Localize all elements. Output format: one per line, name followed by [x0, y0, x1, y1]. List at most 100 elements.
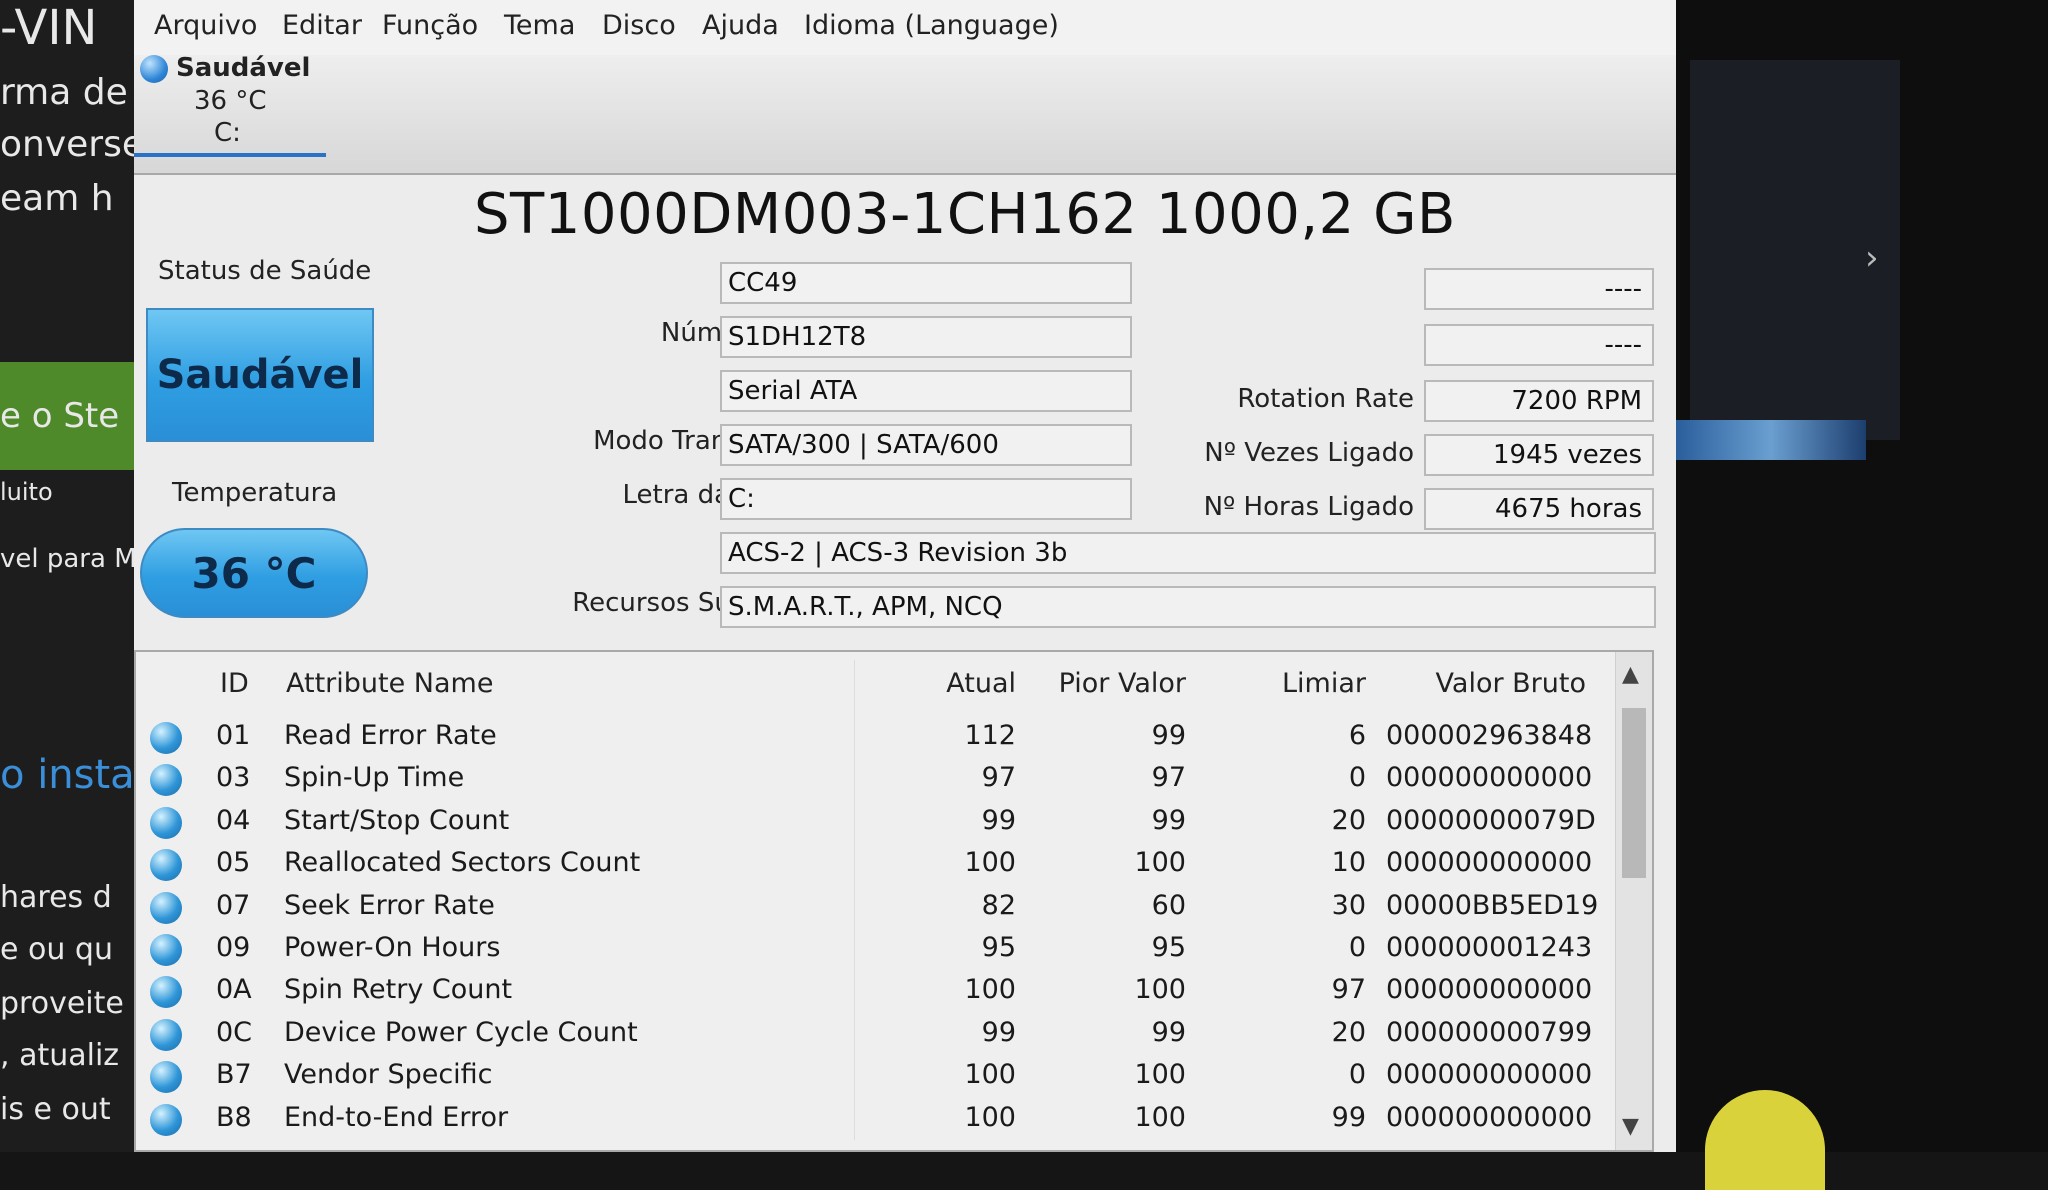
- chevron-right-icon: ›: [1865, 238, 1879, 278]
- attribute-worst: 100: [1134, 974, 1186, 1006]
- attribute-raw-value: 000000000000: [1386, 1101, 1593, 1133]
- scroll-thumb[interactable]: [1622, 708, 1646, 878]
- background-text-line: luito: [0, 478, 53, 506]
- disk-tab-bar: Saudável 36 °C C:: [134, 53, 1676, 175]
- status-dot-icon: [150, 722, 182, 754]
- smart-row[interactable]: 04 Start/Stop Count 99 99 20 00000000079D: [136, 803, 1616, 845]
- attribute-id: B7: [216, 1059, 252, 1091]
- menu-bar: Arquivo Editar Função Tema Disco Ajuda I…: [134, 0, 1676, 62]
- background-text-line: , atualiz: [0, 1038, 120, 1073]
- attribute-raw-value: 000000000000: [1386, 974, 1593, 1006]
- blank-field-2: ----: [1424, 324, 1654, 366]
- status-dot-icon: [150, 764, 182, 797]
- attribute-raw-value: 00000BB5ED19: [1386, 889, 1599, 921]
- background-text-line: hares d: [0, 880, 112, 915]
- smart-row[interactable]: 05 Reallocated Sectors Count 100 100 10 00000…: [136, 845, 1616, 887]
- menu-disco[interactable]: Disco: [602, 10, 676, 41]
- attribute-raw-value: 000000001243: [1386, 932, 1593, 963]
- attribute-worst: 60: [1151, 889, 1186, 921]
- smart-row[interactable]: B8 End-to-End Error 100 100 99 000000000000: [136, 1100, 1616, 1142]
- menu-funcao[interactable]: Função: [382, 10, 478, 41]
- background-text-line: onverse: [0, 124, 135, 165]
- attribute-name: Start/Stop Count: [284, 804, 510, 836]
- disk-tab-temperature: 36 °C: [194, 86, 267, 116]
- menu-arquivo[interactable]: Arquivo: [154, 10, 257, 41]
- blank-field-1: ----: [1424, 268, 1654, 310]
- header-threshold[interactable]: Limiar: [1236, 668, 1366, 699]
- attribute-threshold: 20: [1331, 1016, 1366, 1048]
- attribute-threshold: 30: [1331, 889, 1366, 921]
- attribute-raw-value: 000000000000: [1386, 762, 1593, 794]
- attribute-raw-value: 000000000799: [1386, 1016, 1593, 1048]
- header-current[interactable]: Atual: [836, 668, 1016, 699]
- menu-tema[interactable]: Tema: [504, 10, 575, 41]
- attribute-worst: 99: [1151, 720, 1186, 751]
- attribute-threshold: 6: [1348, 720, 1366, 751]
- background-text-line: o insta: [0, 752, 135, 798]
- background-image-strip: [1676, 420, 1866, 460]
- background-text-line: -VIN: [0, 0, 98, 56]
- attribute-id: 0C: [216, 1016, 253, 1048]
- attribute-threshold: 97: [1331, 974, 1366, 1006]
- scroll-down-icon[interactable]: ▼: [1622, 1114, 1639, 1139]
- attribute-id: 09: [216, 932, 251, 963]
- attribute-worst: 97: [1151, 762, 1186, 794]
- background-text-line: e o Ste: [0, 396, 120, 436]
- attribute-name: Power-On Hours: [284, 932, 501, 963]
- attribute-threshold: 20: [1331, 804, 1366, 836]
- attribute-id: 04: [216, 804, 251, 836]
- smart-attribute-table[interactable]: ID Attribute Name Atual Pior Valor Limia…: [134, 650, 1654, 1152]
- header-worst[interactable]: Pior Valor: [1036, 668, 1186, 699]
- table-scrollbar[interactable]: ▲ ▼: [1615, 652, 1652, 1150]
- header-id[interactable]: ID: [220, 668, 249, 699]
- attribute-current: 100: [964, 1101, 1016, 1133]
- standard-field: ACS-2 | ACS-3 Revision 3b: [720, 532, 1656, 574]
- background-text-line: eam h: [0, 178, 114, 219]
- transfer-mode-field: SATA/300 | SATA/600: [720, 424, 1132, 466]
- attribute-worst: 99: [1151, 804, 1186, 836]
- features-field: S.M.A.R.T., APM, NCQ: [720, 586, 1656, 628]
- status-dot-icon: [150, 806, 182, 839]
- attribute-current: 100: [964, 847, 1016, 879]
- attribute-threshold: 99: [1331, 1101, 1366, 1133]
- disk-tab-status: Saudável: [176, 53, 311, 83]
- temperature-badge[interactable]: 36 °C: [140, 528, 368, 618]
- disk-model-title: ST1000DM003-1CH162 1000,2 GB: [474, 182, 1456, 247]
- smart-row[interactable]: 03 Spin-Up Time 97 97 0 000000000000: [136, 760, 1616, 802]
- attribute-id: 01: [216, 720, 251, 751]
- smart-row[interactable]: 0C Device Power Cycle Count 99 99 20 00000000…: [136, 1015, 1616, 1057]
- menu-ajuda[interactable]: Ajuda: [702, 10, 779, 41]
- attribute-current: 100: [964, 974, 1016, 1006]
- attribute-raw-value: 000000000000: [1386, 1059, 1593, 1091]
- status-dot-icon: [150, 891, 182, 924]
- smart-row[interactable]: 01 Read Error Rate 112 99 6 000002963848: [136, 718, 1616, 760]
- smart-row[interactable]: 09 Power-On Hours 95 95 0 000000001243: [136, 930, 1616, 972]
- status-dot-icon: [150, 934, 182, 966]
- smart-row[interactable]: 0A Spin Retry Count 100 100 97 000000000000: [136, 972, 1616, 1014]
- attribute-name: Vendor Specific: [284, 1059, 493, 1091]
- health-status-badge[interactable]: Saudável: [146, 308, 374, 442]
- drive-letter-field: C:: [720, 478, 1132, 520]
- menu-editar[interactable]: Editar: [282, 10, 362, 41]
- attribute-name: Read Error Rate: [284, 720, 497, 751]
- menu-idioma[interactable]: Idioma (Language): [804, 10, 1059, 41]
- smart-row[interactable]: B7 Vendor Specific 100 100 0 000000000000: [136, 1057, 1616, 1099]
- attribute-current: 99: [981, 1016, 1016, 1048]
- attribute-current: 112: [964, 720, 1016, 751]
- status-dot-icon: [140, 55, 168, 83]
- smart-row[interactable]: 07 Seek Error Rate 82 60 30 00000BB5ED19: [136, 888, 1616, 930]
- header-raw-value[interactable]: Valor Bruto: [1386, 668, 1586, 699]
- health-status-label: Status de Saúde: [158, 256, 372, 286]
- attribute-current: 82: [981, 889, 1016, 921]
- background-text-line: vel para M: [0, 544, 135, 574]
- scroll-up-icon[interactable]: ▲: [1622, 662, 1639, 687]
- interface-field: Serial ATA: [720, 370, 1132, 412]
- attribute-name: End-to-End Error: [284, 1101, 509, 1133]
- power-on-hours-field: 4675 horas: [1424, 488, 1654, 530]
- header-attribute-name[interactable]: Attribute Name: [286, 668, 493, 699]
- status-dot-icon: [150, 976, 182, 1009]
- status-dot-icon: [150, 849, 182, 882]
- rotation-rate-label: Rotation Rate: [1237, 384, 1414, 414]
- power-on-count-field: 1945 vezes: [1424, 434, 1654, 476]
- background-text-line: proveite: [0, 986, 124, 1021]
